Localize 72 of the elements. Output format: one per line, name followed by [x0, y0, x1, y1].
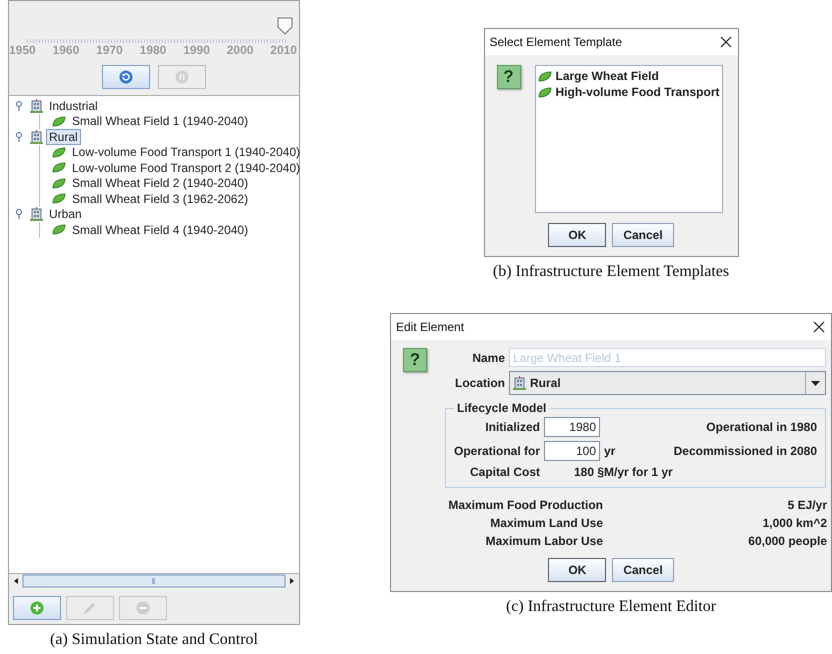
ok-button[interactable]: OK	[548, 558, 606, 582]
leaf-icon	[52, 162, 66, 174]
add-icon	[30, 601, 44, 615]
close-button[interactable]	[720, 36, 732, 48]
building-icon	[30, 98, 43, 113]
tree-item[interactable]: Small Wheat Field 1 (1940-2040)	[69, 113, 252, 130]
number-field[interactable]: 1980	[544, 417, 600, 437]
name-field[interactable]: Large Wheat Field 1	[509, 348, 826, 367]
tree-item[interactable]: Small Wheat Field 4 (1940-2040)	[69, 222, 252, 238]
leaf-icon	[52, 146, 66, 158]
spec-label: Maximum Food Production	[447, 498, 603, 512]
spec-label: Maximum Labor Use	[484, 534, 603, 548]
template-item[interactable]: Large Wheat Field	[538, 69, 720, 83]
building-icon	[513, 376, 526, 390]
year-label: 2010	[270, 43, 297, 57]
tree-item[interactable]: Rural	[46, 128, 81, 145]
building-icon	[30, 130, 43, 144]
tree-item[interactable]: Industrial	[46, 98, 101, 114]
leaf-icon	[52, 224, 66, 236]
field-label: Name	[471, 350, 505, 364]
field-label: Initialized	[484, 420, 540, 434]
leaf-icon	[538, 70, 552, 82]
slider-thumb[interactable]	[277, 17, 293, 35]
template-item[interactable]: High-volume Food Transport	[538, 85, 720, 99]
pencil-icon	[82, 600, 98, 616]
unit-label: yr	[604, 444, 616, 458]
replay-icon	[119, 70, 133, 84]
help-icon: ?	[403, 348, 427, 372]
year-label: 1980	[140, 43, 166, 57]
figure-caption: (c) Infrastructure Element Editor	[506, 598, 716, 616]
tree-item[interactable]: Low-volume Food Transport 2 (1940-2040)	[69, 160, 304, 176]
spec-label: Maximum Land Use	[489, 516, 603, 530]
cancel-button[interactable]: Cancel	[612, 558, 674, 582]
leaf-icon	[52, 193, 66, 204]
help-icon: ?	[496, 65, 520, 89]
status-text: Operational in 1980	[706, 420, 817, 434]
pause-icon	[175, 70, 189, 84]
year-label: 1960	[52, 43, 80, 57]
leaf-icon	[52, 116, 66, 127]
tree-item[interactable]: Small Wheat Field 3 (1962-2062)	[69, 190, 252, 207]
replay-button[interactable]	[102, 65, 150, 89]
figure-caption: (b) Infrastructure Element Templates	[492, 263, 730, 281]
year-label: 1970	[96, 43, 123, 57]
tree-item[interactable]: Low-volume Food Transport 1 (1940-2040)	[69, 144, 304, 160]
year-label: 1990	[183, 43, 210, 57]
tree-item[interactable]: Small Wheat Field 2 (1940-2040)	[69, 175, 252, 192]
status-text: Decommissioned in 2080	[674, 444, 817, 458]
figure-caption: (a) Simulation State and Control	[50, 631, 258, 649]
location-dropdown[interactable]: Rural	[509, 371, 826, 395]
field-label: Operational for	[454, 444, 540, 458]
group-title: Lifecycle Model	[456, 401, 548, 415]
number-field[interactable]: 100	[544, 441, 600, 461]
field-label: Location	[454, 376, 505, 390]
caret-icon	[811, 380, 820, 386]
spec-value: 1,000 km^2	[762, 516, 827, 530]
cost-value: 180 §M/yr for 1 yr	[574, 465, 673, 479]
leaf-icon	[538, 86, 552, 98]
dialog-title: Select Element Template	[490, 35, 622, 49]
spec-value: 5 EJ/yr	[788, 498, 827, 512]
cancel-button[interactable]: Cancel	[612, 223, 674, 247]
spec-value: 60,000 people	[748, 534, 827, 548]
building-icon	[30, 207, 43, 222]
year-label: 1950	[9, 43, 36, 57]
field-label: Capital Cost	[468, 465, 540, 479]
remove-icon	[136, 601, 150, 615]
add-button[interactable]	[13, 596, 61, 620]
year-label: 2000	[226, 43, 254, 57]
ok-button[interactable]: OK	[548, 223, 606, 247]
tree-item[interactable]: Urban	[46, 206, 85, 222]
close-button[interactable]	[813, 321, 825, 333]
dialog-title: Edit Element	[396, 320, 464, 334]
leaf-icon	[52, 178, 66, 189]
